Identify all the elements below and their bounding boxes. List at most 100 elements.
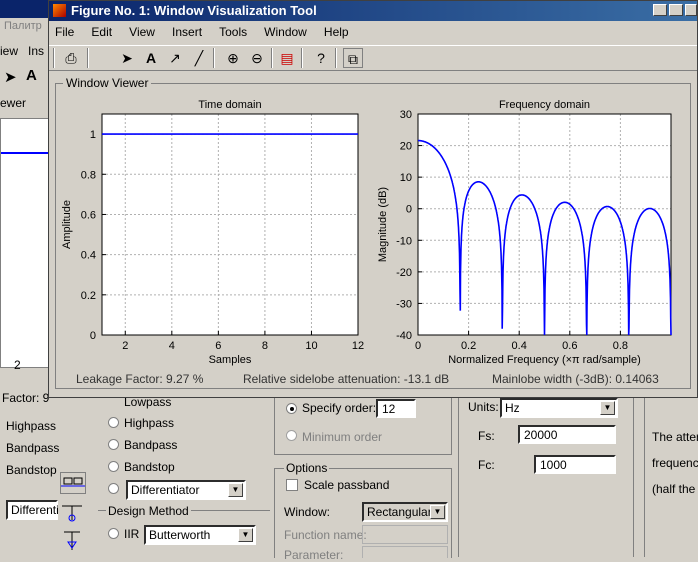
background-plot-area [0, 118, 52, 368]
y-tick-label: -40 [396, 330, 412, 342]
units-combo[interactable]: Hz ▼ [500, 398, 618, 418]
y-tick-label: 0.8 [81, 169, 96, 181]
units-label: Units: [468, 400, 499, 414]
x-tick-label: 0.8 [613, 340, 628, 352]
menu-file[interactable]: File [55, 25, 74, 39]
right-text-line-1: The atten [652, 430, 698, 444]
menu-tools[interactable]: Tools [219, 25, 247, 39]
sidelobe-attenuation-label: Relative sidelobe attenuation: -13.1 dB [243, 372, 450, 386]
chevron-down-icon[interactable]: ▼ [430, 505, 445, 519]
parameter-input[interactable] [362, 546, 448, 558]
plot-area [102, 114, 358, 335]
minimize-button[interactable] [653, 4, 667, 16]
toolbar-separator [213, 48, 215, 68]
dock-figure-icon[interactable]: ⧉ [343, 48, 363, 68]
fs-label: Fs: [478, 429, 495, 443]
window-type-combo[interactable]: Rectangular ▼ [362, 502, 448, 522]
scale-passband-checkbox[interactable] [286, 479, 298, 491]
maximize-button[interactable] [669, 4, 683, 16]
window-viewer-label: Window Viewer [63, 76, 152, 90]
differentiator-combo-value: Differentiator [131, 483, 200, 497]
fc-input[interactable]: 1000 [534, 455, 616, 474]
pointer-icon[interactable]: ➤ [117, 48, 137, 68]
whats-this-icon[interactable]: ? [311, 48, 331, 68]
y-tick-label: -30 [396, 298, 412, 310]
radio-bandpass[interactable] [108, 439, 119, 450]
x-axis-label: Samples [209, 354, 252, 366]
menu-view[interactable]: View [129, 25, 155, 39]
x-tick-label: 6 [215, 340, 221, 352]
background-factor-label: Factor: 9 [2, 391, 50, 405]
background-pointer-icon[interactable]: ➤ [4, 68, 17, 86]
window-label: Window: [284, 505, 331, 519]
background-text-tool-icon[interactable]: A [26, 67, 37, 84]
structure-icon-1[interactable] [60, 472, 86, 494]
units-combo-value: Hz [505, 401, 520, 415]
function-name-label: Function name: [284, 528, 367, 542]
menu-edit[interactable]: Edit [91, 25, 112, 39]
toolbar-separator [53, 48, 55, 68]
radio-minimum-order[interactable] [286, 430, 297, 441]
iir-type-combo[interactable]: Butterworth ▼ [144, 525, 256, 545]
chevron-down-icon[interactable]: ▼ [238, 528, 253, 542]
fc-input-value: 1000 [540, 458, 567, 472]
window-type-combo-value: Rectangular [367, 505, 432, 519]
order-input[interactable]: 12 [376, 399, 416, 418]
radio-specify-order[interactable] [286, 403, 297, 414]
y-axis-label: Amplitude [61, 200, 73, 249]
print-icon[interactable]: ⎙ [61, 48, 81, 68]
background-menu-insert[interactable]: Ins [28, 44, 44, 58]
fs-input[interactable]: 20000 [518, 425, 616, 444]
differentiator-combo[interactable]: Differentiator ▼ [126, 480, 246, 500]
order-input-value: 12 [382, 402, 396, 416]
specify-order-label: Specify order: [302, 401, 377, 415]
filter-type-list: Highpass Bandpass Bandstop Differenti [0, 410, 59, 522]
background-menu-view[interactable]: iew [0, 44, 18, 58]
radio-differentiator[interactable] [108, 483, 119, 494]
text-tool-icon[interactable]: A [141, 48, 161, 68]
y-tick-label: 10 [400, 172, 412, 184]
list-item-highpass[interactable]: Highpass [6, 419, 56, 433]
toolbar-separator [87, 48, 89, 68]
chevron-down-icon[interactable]: ▼ [600, 401, 615, 415]
y-tick-label: 0.2 [81, 290, 96, 302]
radio-bandstop[interactable] [108, 461, 119, 472]
x-tick-label: 0.4 [512, 340, 527, 352]
background-menu: iew Ins [0, 42, 52, 60]
function-name-input[interactable] [362, 525, 448, 544]
title-bar: Figure No. 1: Window Visualization Tool [49, 1, 697, 21]
list-item-bandpass[interactable]: Bandpass [6, 441, 59, 455]
structure-icon-3[interactable] [60, 528, 86, 554]
menu-insert[interactable]: Insert [172, 25, 202, 39]
arrow-tool-icon[interactable]: ↗ [165, 48, 185, 68]
chevron-down-icon[interactable]: ▼ [228, 483, 243, 497]
radio-highpass-label: Highpass [124, 416, 175, 430]
zoom-in-icon[interactable]: ⊕ [223, 48, 243, 68]
background-title-bar [0, 0, 50, 18]
figure-window: Figure No. 1: Window Visualization Tool … [48, 0, 698, 398]
frequency-domain-chart: 0 0.2 0.4 0.6 0.8 -40 -30 -20 -10 0 10 20 30 Frequenc… [377, 99, 672, 366]
line-tool-icon[interactable]: ╱ [189, 48, 209, 68]
background-tick-label: 2 [14, 358, 21, 372]
zoom-out-icon[interactable]: ⊖ [247, 48, 267, 68]
right-text-line-3: (half the p [652, 482, 698, 496]
background-plot-line [1, 152, 51, 154]
structure-icon-2[interactable] [60, 500, 86, 524]
menu-help[interactable]: Help [324, 25, 349, 39]
right-text-line-2: frequencie [652, 456, 698, 470]
x-tick-label: 10 [305, 340, 317, 352]
radio-highpass[interactable] [108, 417, 119, 428]
close-button[interactable] [685, 4, 697, 16]
left-type-combo[interactable]: Differenti [6, 500, 59, 520]
response-type-panel: Lowpass Highpass Bandpass Bandstop Diffe… [96, 395, 270, 557]
list-item-bandstop[interactable]: Bandstop [6, 463, 57, 477]
matlab-logo-icon [53, 4, 66, 17]
y-tick-label: -10 [396, 235, 412, 247]
menu-window[interactable]: Window [264, 25, 307, 39]
data-cursor-icon[interactable]: ▤ [277, 48, 297, 68]
left-type-combo-value: Differenti [11, 503, 59, 517]
menu-bar: File Edit View Insert Tools Window Help [55, 25, 685, 41]
y-tick-label: 20 [400, 141, 412, 153]
radio-bandpass-label: Bandpass [124, 438, 178, 452]
radio-iir[interactable] [108, 528, 119, 539]
